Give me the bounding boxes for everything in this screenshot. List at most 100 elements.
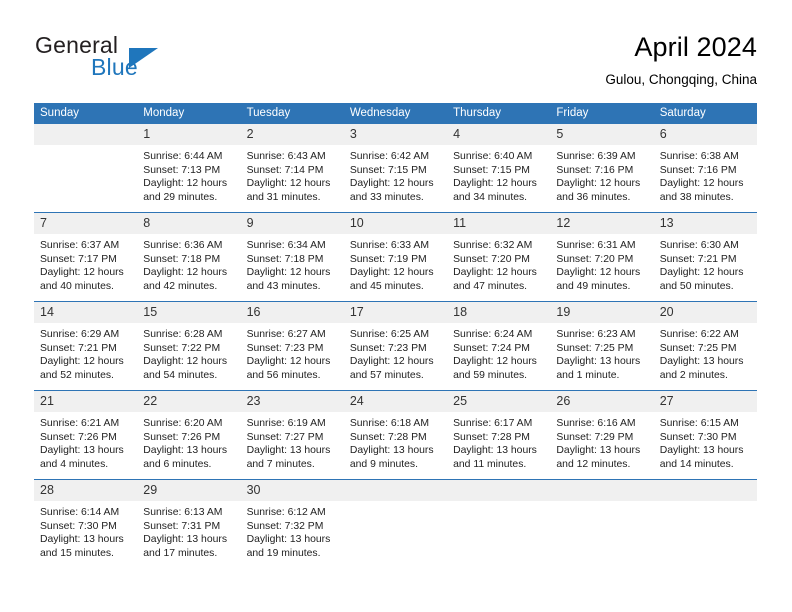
day-details: Sunrise: 6:38 AM Sunset: 7:16 PM Daylight:… — [653, 145, 757, 212]
day-cell[interactable]: 3 Sunrise: 6:42 AM Sunset: 7:15 PM Daylight… — [343, 124, 448, 212]
day-detail-line: and 6 minutes. — [143, 458, 212, 470]
day-number: 9 — [240, 213, 344, 234]
day-cell[interactable]: 17 Sunrise: 6:25 AM Sunset: 7:23 PM Dayligh… — [343, 302, 448, 390]
day-cell[interactable]: 4 Sunrise: 6:40 AM Sunset: 7:15 PM Daylight… — [447, 124, 551, 212]
day-details: Sunrise: 6:28 AM Sunset: 7:22 PM Daylight:… — [137, 323, 241, 390]
day-cell[interactable]: 10 Sunrise: 6:33 AM Sunset: 7:19 PM Dayligh… — [343, 213, 448, 301]
day-details: Sunrise: 6:24 AM Sunset: 7:24 PM Daylight:… — [447, 323, 551, 390]
day-detail-line: Sunset: 7:25 PM — [659, 342, 737, 354]
day-detail-line: and 50 minutes. — [659, 280, 734, 292]
day-detail-line: and 7 minutes. — [246, 458, 315, 470]
day-detail-line: and 4 minutes. — [40, 458, 109, 470]
day-number: 29 — [137, 480, 241, 501]
day-detail-line: Sunset: 7:31 PM — [143, 520, 221, 532]
day-detail-line: and 34 minutes. — [453, 191, 528, 203]
day-cell[interactable]: 21 Sunrise: 6:21 AM Sunset: 7:26 PM Dayligh… — [34, 391, 138, 479]
day-cell[interactable]: 22 Sunrise: 6:20 AM Sunset: 7:26 PM Dayligh… — [137, 391, 241, 479]
day-detail-line: Sunrise: 6:27 AM — [246, 329, 326, 340]
day-detail-line: Daylight: 13 hours — [659, 445, 744, 457]
day-detail-line: and 2 minutes. — [659, 369, 728, 381]
day-cell[interactable]: 16 Sunrise: 6:27 AM Sunset: 7:23 PM Dayligh… — [240, 302, 344, 390]
day-detail-line: Daylight: 13 hours — [246, 534, 331, 546]
day-details: Sunrise: 6:18 AM Sunset: 7:28 PM Daylight:… — [343, 412, 448, 479]
day-detail-line: and 59 minutes. — [453, 369, 528, 381]
day-cell[interactable]: 28 Sunrise: 6:14 AM Sunset: 7:30 PM Dayligh… — [34, 480, 138, 568]
day-detail-line: Sunset: 7:17 PM — [40, 253, 117, 265]
day-cell[interactable]: 13 Sunrise: 6:30 AM Sunset: 7:21 PM Dayligh… — [653, 213, 757, 301]
day-number: 19 — [550, 302, 654, 323]
day-cell[interactable]: 29 Sunrise: 6:13 AM Sunset: 7:31 PM Dayligh… — [137, 480, 241, 568]
day-cell[interactable]: 11 Sunrise: 6:32 AM Sunset: 7:20 PM Dayligh… — [447, 213, 551, 301]
day-number — [550, 480, 654, 501]
day-detail-line: and 57 minutes. — [349, 369, 424, 381]
day-detail-line: Sunrise: 6:37 AM — [40, 240, 120, 251]
day-cell[interactable]: 1 Sunrise: 6:44 AM Sunset: 7:13 PM Daylight… — [137, 124, 241, 212]
calendar-week-row: 7 Sunrise: 6:37 AM Sunset: 7:17 PM Daylight… — [34, 212, 757, 301]
day-detail-line: Sunset: 7:26 PM — [40, 431, 117, 443]
day-cell[interactable]: 20 Sunrise: 6:22 AM Sunset: 7:25 PM Dayligh… — [653, 302, 757, 390]
day-cell[interactable]: 2 Sunrise: 6:43 AM Sunset: 7:14 PM Daylight… — [240, 124, 344, 212]
day-cell[interactable]: 9 Sunrise: 6:34 AM Sunset: 7:18 PM Daylight… — [240, 213, 344, 301]
day-detail-line: Sunset: 7:28 PM — [349, 431, 427, 443]
day-detail-line: Daylight: 12 hours — [349, 267, 434, 279]
day-details: Sunrise: 6:14 AM Sunset: 7:30 PM Daylight:… — [34, 501, 138, 568]
day-details — [343, 501, 448, 568]
day-detail-line: Sunrise: 6:33 AM — [349, 240, 429, 251]
day-cell[interactable]: 6 Sunrise: 6:38 AM Sunset: 7:16 PM Daylight… — [653, 124, 757, 212]
day-detail-line: Sunset: 7:16 PM — [659, 164, 737, 176]
day-detail-line: Sunrise: 6:28 AM — [143, 329, 223, 340]
day-detail-line: and 33 minutes. — [349, 191, 424, 203]
day-cell[interactable]: 23 Sunrise: 6:19 AM Sunset: 7:27 PM Dayligh… — [240, 391, 344, 479]
day-cell-empty — [34, 124, 138, 212]
day-detail-line: Daylight: 12 hours — [453, 267, 537, 279]
day-number — [653, 480, 757, 501]
day-detail-line: and 19 minutes. — [246, 547, 321, 559]
day-number: 4 — [447, 124, 551, 145]
day-detail-line: Sunrise: 6:18 AM — [349, 418, 429, 429]
day-number — [34, 124, 138, 145]
day-detail-line: Sunset: 7:30 PM — [40, 520, 117, 532]
day-detail-line: Daylight: 12 hours — [453, 178, 537, 190]
day-detail-line: Sunset: 7:22 PM — [143, 342, 221, 354]
day-detail-line: Sunset: 7:21 PM — [40, 342, 117, 354]
day-cell[interactable]: 26 Sunrise: 6:16 AM Sunset: 7:29 PM Dayligh… — [550, 391, 654, 479]
day-detail-line: Sunrise: 6:38 AM — [659, 151, 739, 162]
day-detail-line: Daylight: 12 hours — [246, 267, 331, 279]
day-number: 17 — [343, 302, 448, 323]
day-cell[interactable]: 12 Sunrise: 6:31 AM Sunset: 7:20 PM Dayligh… — [550, 213, 654, 301]
day-cell-empty — [343, 480, 448, 568]
weekday-header-row: Sunday Monday Tuesday Wednesday Thursday Frid… — [34, 103, 757, 124]
day-details: Sunrise: 6:34 AM Sunset: 7:18 PM Daylight:… — [240, 234, 344, 301]
day-cell[interactable]: 19 Sunrise: 6:23 AM Sunset: 7:25 PM Dayligh… — [550, 302, 654, 390]
day-detail-line: Sunrise: 6:29 AM — [40, 329, 120, 340]
day-detail-line: Sunrise: 6:43 AM — [246, 151, 326, 162]
day-number: 20 — [653, 302, 757, 323]
day-cell[interactable]: 7 Sunrise: 6:37 AM Sunset: 7:17 PM Daylight… — [34, 213, 138, 301]
day-detail-line: Daylight: 12 hours — [40, 267, 124, 279]
day-cell[interactable]: 25 Sunrise: 6:17 AM Sunset: 7:28 PM Dayligh… — [447, 391, 551, 479]
day-cell[interactable]: 27 Sunrise: 6:15 AM Sunset: 7:30 PM Dayligh… — [653, 391, 757, 479]
day-detail-line: Daylight: 12 hours — [246, 178, 331, 190]
day-cell[interactable]: 24 Sunrise: 6:18 AM Sunset: 7:28 PM Dayligh… — [343, 391, 448, 479]
day-detail-line: Daylight: 12 hours — [143, 356, 228, 368]
day-detail-line: and 38 minutes. — [659, 191, 734, 203]
day-cell[interactable]: 18 Sunrise: 6:24 AM Sunset: 7:24 PM Dayligh… — [447, 302, 551, 390]
weekday-header-thursday: Thursday — [453, 107, 502, 119]
calendar-page: General Blue April 2024 Gulou, Chongqing… — [0, 0, 792, 612]
day-cell[interactable]: 14 Sunrise: 6:29 AM Sunset: 7:21 PM Dayligh… — [34, 302, 138, 390]
weekday-header-tuesday: Tuesday — [246, 107, 291, 119]
day-detail-line: and 15 minutes. — [40, 547, 114, 559]
day-number: 24 — [343, 391, 448, 412]
day-cell[interactable]: 30 Sunrise: 6:12 AM Sunset: 7:32 PM Dayligh… — [240, 480, 344, 568]
day-cell[interactable]: 5 Sunrise: 6:39 AM Sunset: 7:16 PM Daylight… — [550, 124, 654, 212]
day-cell[interactable]: 8 Sunrise: 6:36 AM Sunset: 7:18 PM Daylight… — [137, 213, 241, 301]
day-detail-line: and 9 minutes. — [349, 458, 419, 470]
day-number: 30 — [240, 480, 344, 501]
general-blue-logo[interactable]: General Blue — [35, 32, 245, 88]
day-detail-line: Sunset: 7:32 PM — [246, 520, 324, 532]
day-number: 23 — [240, 391, 344, 412]
day-details: Sunrise: 6:22 AM Sunset: 7:25 PM Daylight:… — [653, 323, 757, 390]
day-number: 27 — [653, 391, 757, 412]
day-cell[interactable]: 15 Sunrise: 6:28 AM Sunset: 7:22 PM Dayligh… — [137, 302, 241, 390]
page-subtitle: Gulou, Chongqing, China — [605, 72, 757, 87]
